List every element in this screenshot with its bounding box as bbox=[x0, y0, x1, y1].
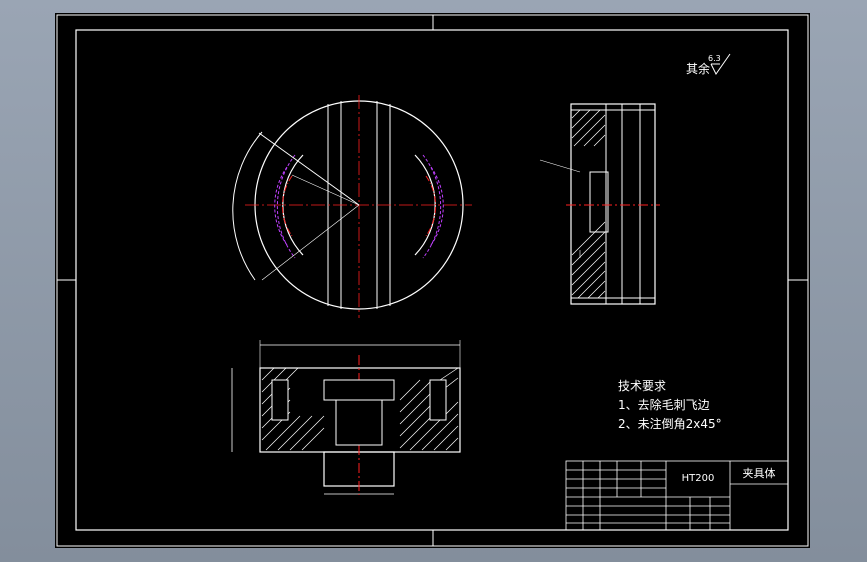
side-view bbox=[539, 103, 660, 305]
outer-border bbox=[56, 14, 809, 547]
cad-viewport: 其余 6.3 技术要求 1、去除毛刺飞边 2、未注倒角2x45° HT200 夹… bbox=[0, 0, 867, 562]
tech-req-item-1: 1、去除毛刺飞边 bbox=[618, 397, 710, 412]
side-view-hatch bbox=[571, 109, 606, 299]
drawing-sheet[interactable]: 其余 6.3 技术要求 1、去除毛刺飞边 2、未注倒角2x45° HT200 夹… bbox=[55, 13, 810, 548]
technical-requirements: 技术要求 1、去除毛刺飞边 2、未注倒角2x45° bbox=[618, 379, 722, 431]
part-name-label: 夹具体 bbox=[743, 466, 776, 480]
material-label: HT200 bbox=[682, 473, 715, 484]
drawing-canvas: 其余 6.3 技术要求 1、去除毛刺飞边 2、未注倒角2x45° HT200 夹… bbox=[56, 14, 809, 547]
surface-finish-prefix: 其余 bbox=[686, 61, 710, 76]
section-view bbox=[231, 340, 461, 495]
inner-border bbox=[75, 29, 789, 531]
tech-req-item-2: 2、未注倒角2x45° bbox=[618, 416, 722, 431]
centering-marks bbox=[57, 15, 808, 546]
tech-req-title: 技术要求 bbox=[618, 379, 666, 393]
surface-finish-note: 其余 6.3 bbox=[686, 53, 731, 76]
surface-finish-value: 6.3 bbox=[708, 54, 721, 63]
top-view bbox=[232, 95, 472, 318]
